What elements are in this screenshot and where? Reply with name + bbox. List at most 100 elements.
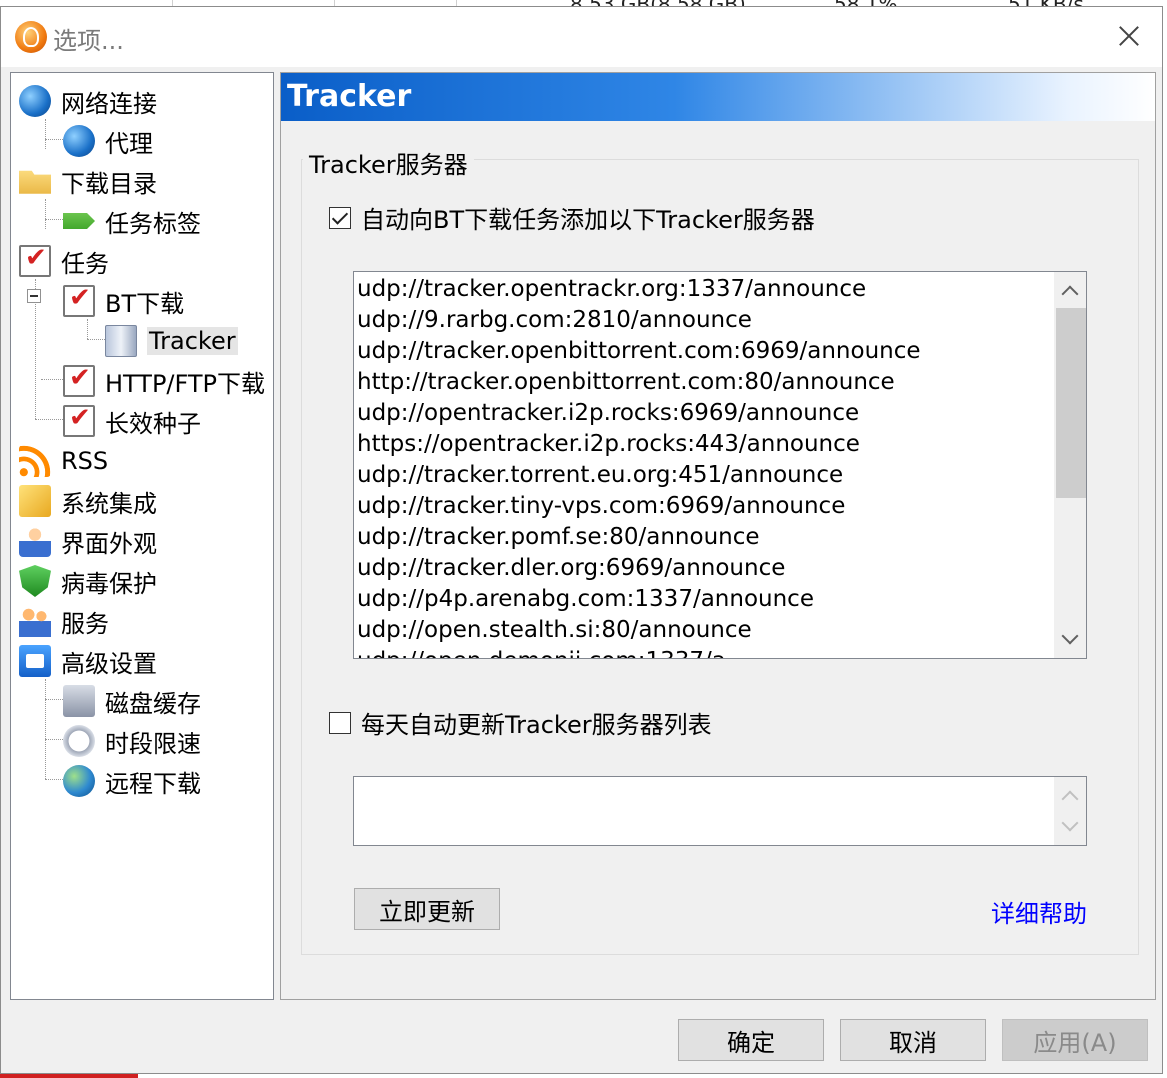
- tracker-line: udp://tracker.opentrackr.org:1337/announ…: [357, 276, 867, 302]
- tracker-list[interactable]: udp://tracker.opentrackr.org:1337/announ…: [353, 271, 1087, 659]
- tag-icon: [63, 213, 95, 229]
- tracker-line: udp://tracker.torrent.eu.org:451/announc…: [357, 462, 844, 488]
- nav-item-task-tags[interactable]: 任务标签: [63, 204, 201, 238]
- task-check-icon: [63, 363, 95, 397]
- tracker-line: https://opentracker.i2p.rocks:443/announ…: [357, 431, 860, 457]
- nav-item-speed-schedule[interactable]: 时段限速: [63, 724, 201, 758]
- tree-line: [41, 379, 63, 380]
- options-tree: 网络连接 代理 下载目录 任务标签 任务 BT下载 Tracker HTTP/F…: [10, 72, 274, 1000]
- title-bar: 选项...: [1, 7, 1162, 67]
- advanced-settings-icon: [19, 645, 51, 677]
- nav-item-proxy[interactable]: 代理: [63, 124, 153, 158]
- tracker-line: udp://tracker.tiny-vps.com:6969/announce: [357, 493, 846, 519]
- auto-update-checkbox[interactable]: 每天自动更新Tracker服务器列表: [329, 705, 712, 740]
- task-check-icon: [19, 243, 51, 277]
- url-field-scrollbar: [1054, 777, 1086, 845]
- tracker-line: udp://p4p.arenabg.com:1337/announce: [357, 586, 814, 612]
- nav-item-network[interactable]: 网络连接: [19, 84, 157, 118]
- cancel-button[interactable]: 取消: [840, 1019, 986, 1061]
- scroll-thumb[interactable]: [1056, 308, 1086, 498]
- nav-item-label: HTTP/FTP下载: [105, 369, 266, 398]
- nav-item-http-ftp[interactable]: HTTP/FTP下载: [63, 363, 266, 398]
- network-globe-icon: [19, 85, 51, 117]
- nav-item-download-folder[interactable]: 下载目录: [19, 164, 157, 198]
- server-icon: [105, 325, 137, 357]
- tracker-list-scrollbar[interactable]: [1054, 272, 1086, 658]
- options-dialog: 选项... 网络连接 代理 下载目录 任务标签 任务 BT下载 Tracker …: [0, 6, 1163, 1074]
- tracker-update-url-field[interactable]: [353, 776, 1087, 846]
- scroll-down-icon: [1061, 814, 1079, 832]
- nav-item-label: 界面外观: [61, 529, 157, 558]
- nav-item-remote-download[interactable]: 远程下载: [63, 764, 201, 798]
- earth-icon: [63, 765, 95, 797]
- tree-line: [45, 679, 46, 779]
- nav-item-services[interactable]: 服务: [19, 604, 109, 638]
- tree-line: [45, 739, 63, 740]
- settings-panel: Tracker Tracker服务器 自动向BT下载任务添加以下Tracker服…: [280, 72, 1156, 1000]
- tracker-line: udp://tracker.openbittorrent.com:6969/an…: [357, 338, 921, 364]
- tree-line: [45, 219, 63, 220]
- nav-item-advanced[interactable]: 高级设置: [19, 644, 157, 678]
- update-now-button[interactable]: 立即更新: [354, 888, 500, 930]
- scroll-down-icon[interactable]: [1061, 627, 1079, 645]
- close-button[interactable]: [1114, 21, 1144, 51]
- nav-item-label: 任务: [61, 249, 109, 278]
- bt-collapse-toggle[interactable]: [27, 289, 41, 303]
- ok-button[interactable]: 确定: [678, 1019, 824, 1061]
- dialog-title: 选项...: [53, 27, 124, 55]
- scroll-up-icon[interactable]: [1061, 285, 1079, 303]
- package-icon: [19, 485, 51, 517]
- tree-line: [45, 139, 63, 140]
- tree-line: [87, 319, 88, 339]
- tree-line: [87, 339, 105, 340]
- shield-icon: [19, 565, 51, 597]
- checkbox-label: 每天自动更新Tracker服务器列表: [361, 711, 712, 739]
- nav-item-tasks[interactable]: 任务: [19, 243, 109, 278]
- nav-item-system-integration[interactable]: 系统集成: [19, 484, 157, 518]
- tree-line: [45, 779, 63, 780]
- tracker-line: http://tracker.openbittorrent.com:80/ann…: [357, 369, 895, 395]
- task-check-icon: [63, 283, 95, 317]
- nav-item-label: 时段限速: [105, 729, 201, 758]
- nav-item-label: 磁盘缓存: [105, 689, 201, 718]
- group-label: Tracker服务器: [303, 145, 474, 180]
- panel-banner: Tracker: [281, 73, 1155, 121]
- nav-item-label: 任务标签: [105, 209, 201, 238]
- nav-item-long-seed[interactable]: 长效种子: [63, 403, 201, 438]
- panel-title: Tracker: [287, 79, 412, 114]
- disk-icon: [63, 685, 95, 717]
- nav-item-label: 系统集成: [61, 489, 157, 518]
- nav-item-label: 代理: [105, 129, 153, 158]
- nav-item-disk-cache[interactable]: 磁盘缓存: [63, 684, 201, 718]
- nav-item-bt-download[interactable]: BT下载: [63, 283, 185, 318]
- nav-item-label: 病毒保护: [61, 569, 157, 598]
- proxy-icon: [63, 125, 95, 157]
- clock-icon: [63, 725, 95, 757]
- tracker-line: udp://tracker.pomf.se:80/announce: [357, 524, 760, 550]
- nav-item-rss[interactable]: RSS: [19, 444, 108, 478]
- nav-item-label: 高级设置: [61, 649, 157, 678]
- tree-line: [45, 119, 46, 149]
- help-link[interactable]: 详细帮助: [991, 894, 1087, 929]
- nav-item-tracker[interactable]: Tracker: [105, 324, 238, 358]
- rss-icon: [19, 445, 51, 477]
- flashget-logo-icon: [15, 21, 47, 53]
- nav-item-virus-protection[interactable]: 病毒保护: [19, 564, 157, 598]
- tree-line: [45, 699, 63, 700]
- nav-item-label: 远程下载: [105, 769, 201, 798]
- nav-item-appearance[interactable]: 界面外观: [19, 524, 157, 558]
- nav-item-label: 服务: [61, 609, 109, 638]
- nav-item-label: BT下载: [105, 289, 185, 318]
- people-icon: [19, 605, 51, 637]
- auto-add-tracker-checkbox[interactable]: 自动向BT下载任务添加以下Tracker服务器: [329, 200, 815, 235]
- tracker-line: udp://9.rarbg.com:2810/announce: [357, 307, 752, 333]
- tree-line: [45, 199, 46, 229]
- apply-button[interactable]: 应用(A): [1002, 1019, 1148, 1061]
- scroll-up-icon: [1061, 790, 1079, 808]
- folder-icon: [19, 170, 51, 194]
- tracker-line: udp://opentracker.i2p.rocks:6969/announc…: [357, 400, 860, 426]
- checkbox-box: [329, 711, 351, 734]
- tracker-line: udp://open.demonii.com:1337/a...: [357, 646, 748, 658]
- nav-item-label: 长效种子: [105, 409, 201, 438]
- nav-item-label: 下载目录: [61, 169, 157, 198]
